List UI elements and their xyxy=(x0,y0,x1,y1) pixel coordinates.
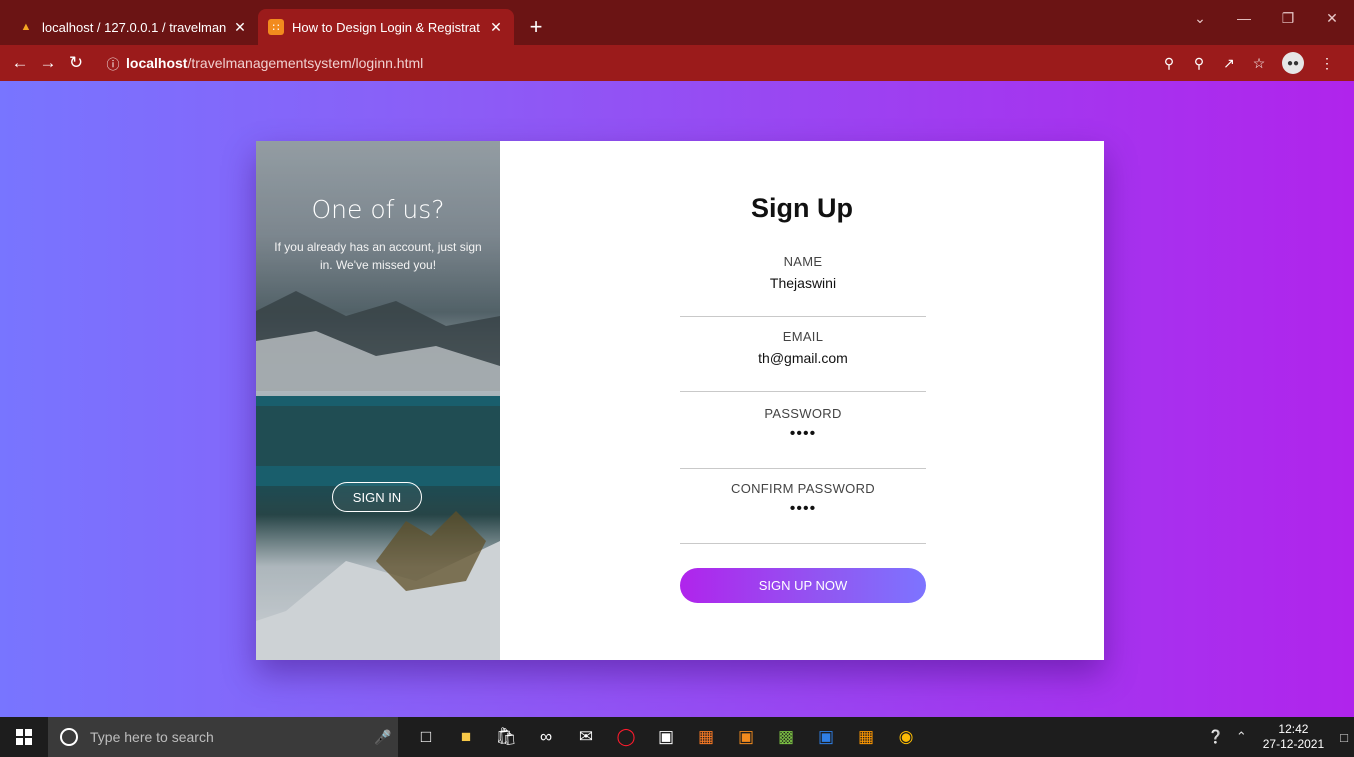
xampp-icon[interactable]: ▦ xyxy=(686,717,726,757)
back-button[interactable]: ← xyxy=(6,53,34,73)
clock[interactable]: 12:42 27-12-2021 xyxy=(1263,722,1324,752)
help-icon[interactable]: ❔ xyxy=(1208,729,1224,745)
confirm-password-label: CONFIRM PASSWORD xyxy=(731,481,875,496)
close-icon[interactable]: ✕ xyxy=(232,19,248,36)
codepen-icon: ∷ xyxy=(268,19,284,35)
windows-start-button[interactable] xyxy=(0,717,48,757)
pinned-apps: □ ■ 🛍 ∞ ✉ ◯ ▣ ▦ ▣ ▩ ▣ ▦ ◉ xyxy=(406,717,926,757)
new-tab-button[interactable]: + xyxy=(518,9,554,45)
windows-logo-icon xyxy=(16,729,32,745)
url-field[interactable]: ⓘ localhost /travelmanagementsystem/logi… xyxy=(100,49,1100,77)
show-hidden-icons-icon[interactable]: ⌃ xyxy=(1236,729,1247,745)
n-app-icon[interactable]: ▣ xyxy=(806,717,846,757)
search-placeholder: Type here to search xyxy=(90,729,214,745)
url-path: /travelmanagementsystem/loginn.html xyxy=(187,55,424,71)
bookmark-star-icon[interactable]: ☆ xyxy=(1244,55,1274,72)
url-host: localhost xyxy=(126,55,188,71)
tab-phpmyadmin[interactable]: ▲ localhost / 127.0.0.1 / travelmana ✕ xyxy=(8,9,258,45)
profile-avatar[interactable]: ●● xyxy=(1282,52,1304,74)
password-label: PASSWORD xyxy=(764,406,842,421)
windows-taskbar: Type here to search 🎤 □ ■ 🛍 ∞ ✉ ◯ ▣ ▦ ▣ … xyxy=(0,717,1354,757)
signup-form: Sign Up NAME Thejaswini EMAIL th@gmail.c… xyxy=(500,141,1104,660)
phpmyadmin-icon: ▲ xyxy=(20,21,32,33)
restore-button[interactable]: ❐ xyxy=(1266,0,1310,36)
notepad-icon[interactable]: ▣ xyxy=(646,717,686,757)
colorful-app-icon[interactable]: ▩ xyxy=(766,717,806,757)
toolbar-actions: ⚲ ⚲ ↗ ☆ ●● ⋮ xyxy=(1154,45,1342,81)
side-title: One of us? xyxy=(311,195,445,224)
sublime-text-icon[interactable]: ▦ xyxy=(846,717,886,757)
info-icon[interactable]: ⓘ xyxy=(100,54,126,73)
mail-icon[interactable]: ✉ xyxy=(566,717,606,757)
confirm-password-field[interactable]: CONFIRM PASSWORD •••• xyxy=(680,481,926,544)
auth-card: One of us? If you already has an account… xyxy=(256,141,1104,660)
browser-tab-strip: ▲ localhost / 127.0.0.1 / travelmana ✕ ∷… xyxy=(0,0,1354,45)
cortana-icon xyxy=(60,728,78,746)
clock-date: 27-12-2021 xyxy=(1262,737,1325,751)
share-icon[interactable]: ↗ xyxy=(1214,55,1244,72)
close-window-button[interactable]: ✕ xyxy=(1310,0,1354,36)
email-field[interactable]: EMAIL th@gmail.com xyxy=(680,329,926,392)
tab-title: localhost / 127.0.0.1 / travelmana xyxy=(42,19,226,35)
email-label: EMAIL xyxy=(782,329,824,344)
notification-icon[interactable]: □ xyxy=(1340,730,1348,745)
microphone-icon[interactable]: 🎤 xyxy=(368,729,398,746)
infinity-app-icon[interactable]: ∞ xyxy=(526,717,566,757)
file-explorer-icon[interactable]: ■ xyxy=(446,717,486,757)
forward-button[interactable]: → xyxy=(34,53,62,73)
chrome-icon[interactable]: ◉ xyxy=(886,717,926,757)
tab-login-design[interactable]: ∷ How to Design Login & Registrat ✕ xyxy=(258,9,514,45)
clock-time: 12:42 xyxy=(1278,722,1309,736)
system-tray: ❔ ⌃ 12:42 27-12-2021 □ xyxy=(1202,717,1354,757)
name-field[interactable]: NAME Thejaswini xyxy=(680,254,926,317)
form-title: Sign Up xyxy=(751,193,853,223)
email-input[interactable]: th@gmail.com xyxy=(680,350,926,366)
menu-dots-icon[interactable]: ⋮ xyxy=(1312,55,1342,72)
address-bar-row: ← → ↻ ⓘ localhost /travelmanagementsyste… xyxy=(0,45,1354,81)
taskbar-search[interactable]: Type here to search 🎤 xyxy=(48,717,398,757)
password-input[interactable]: •••• xyxy=(680,425,926,443)
task-view-icon[interactable]: □ xyxy=(406,717,446,757)
sign-in-button[interactable]: SIGN IN xyxy=(332,482,422,512)
minimize-button[interactable]: — xyxy=(1222,0,1266,36)
side-panel: One of us? If you already has an account… xyxy=(256,141,500,660)
window-controls: ⌄ — ❐ ✕ xyxy=(1178,0,1354,36)
tab-title: How to Design Login & Registrat xyxy=(292,19,480,35)
name-input[interactable]: Thejaswini xyxy=(680,275,926,291)
name-label: NAME xyxy=(783,254,823,269)
sign-up-now-button[interactable]: SIGN UP NOW xyxy=(680,568,926,603)
reload-button[interactable]: ↻ xyxy=(62,53,90,73)
page-background: One of us? If you already has an account… xyxy=(0,81,1354,717)
side-description: If you already has an account, just sign… xyxy=(274,240,482,272)
close-icon[interactable]: ✕ xyxy=(488,19,504,36)
password-field[interactable]: PASSWORD •••• xyxy=(680,406,926,469)
codepen-app-icon[interactable]: ▣ xyxy=(726,717,766,757)
key-icon[interactable]: ⚲ xyxy=(1154,55,1184,72)
confirm-password-input[interactable]: •••• xyxy=(680,500,926,518)
zoom-icon[interactable]: ⚲ xyxy=(1184,55,1214,72)
store-icon[interactable]: 🛍 xyxy=(486,717,526,757)
tab-search-icon[interactable]: ⌄ xyxy=(1178,0,1222,36)
opera-icon[interactable]: ◯ xyxy=(606,717,646,757)
